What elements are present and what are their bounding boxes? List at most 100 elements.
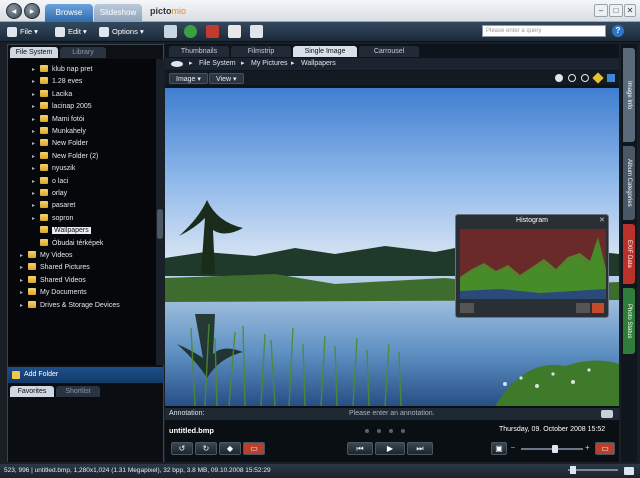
expand-arrow-icon[interactable]: ▸ [20,287,28,299]
expand-arrow-icon[interactable]: ▸ [32,200,40,212]
pan-icon[interactable] [555,74,563,82]
status-expand-icon[interactable] [624,467,634,475]
back-button[interactable]: ◂ [6,3,22,19]
tree-item[interactable]: Óbudai térképek [32,238,103,250]
breadcrumb-wallpapers[interactable]: Wallpapers [301,58,336,70]
zoom-in-icon[interactable] [568,74,576,82]
tree-item[interactable]: ▸ nyuszik [32,163,75,175]
tree-item[interactable]: ▸ lacinap 2005 [32,101,92,113]
previous-button[interactable]: ⏮ [347,442,373,455]
tree-item[interactable]: ▸ o laci [32,176,68,188]
side-tab[interactable]: EXIF Data [623,224,635,284]
expand-arrow-icon[interactable]: ▸ [20,262,28,274]
tree-item[interactable]: ▸ Munkahely [32,126,86,138]
tree-item[interactable]: ▸ orlay [32,188,67,200]
minimize-button[interactable]: – [594,4,608,17]
tab-shortlist[interactable]: Shortlist [56,386,100,397]
scrollbar-thumb[interactable] [157,209,163,239]
search-input[interactable]: Please enter a query [482,25,606,37]
tab-carrousel[interactable]: Carrousel [359,46,419,57]
breadcrumb-file-system[interactable]: File System [199,58,236,70]
tab-file-system[interactable]: File System [10,47,58,58]
options-menu-button[interactable]: Options ▾ [98,25,144,39]
tree-item[interactable]: ▸ pasaret [32,200,75,212]
view-mode-button[interactable]: ▭ [595,442,615,455]
tree-item[interactable]: Wallpapers [32,225,91,237]
expand-arrow-icon[interactable]: ▸ [32,163,40,175]
fit-button[interactable]: ▣ [491,442,507,455]
pen-icon[interactable] [592,72,604,84]
zoom-slider-thumb[interactable] [551,445,558,453]
zoom-slider[interactable] [521,445,583,453]
rotate-right-button[interactable]: ↻ [195,442,217,455]
expand-arrow-icon[interactable]: ▸ [32,126,40,138]
tree-item[interactable]: ▸ Lacika [32,89,72,101]
tab-thumbnails[interactable]: Thumbnails [169,46,229,57]
help-icon[interactable]: ? [612,25,624,37]
zoom-out-small-icon[interactable]: – [511,444,515,451]
expand-arrow-icon[interactable]: ▸ [32,101,40,113]
tab-browse[interactable]: Browse [45,4,93,22]
histogram-window[interactable]: Histogram ✕ [455,214,609,318]
tree-scrollbar[interactable] [156,59,164,365]
tree-item[interactable]: ▸ Mami fotói [32,114,84,126]
zoom-in-small-icon[interactable]: + [585,443,590,452]
maximize-button[interactable]: □ [609,4,623,17]
fullscreen-button[interactable]: ▭ [243,442,265,455]
side-tab[interactable]: Album Categories [623,146,635,220]
breadcrumb-my-pictures[interactable]: My Pictures [251,58,288,70]
tree-item[interactable]: ▸ klub nap pret [32,64,92,76]
crop-icon[interactable] [607,74,615,82]
tab-slideshow[interactable]: Slideshow [94,4,142,22]
tree-item[interactable]: ▸ Shared Pictures [20,262,90,274]
expand-arrow-icon[interactable]: ▸ [32,138,40,150]
email-icon[interactable] [228,25,241,38]
tab-library[interactable]: Library [60,47,106,58]
close-button[interactable]: ✕ [624,4,636,17]
expand-arrow-icon[interactable]: ▸ [32,176,40,188]
expand-arrow-icon[interactable]: ▸ [32,89,40,101]
view-menu[interactable]: View ▾ [209,73,244,84]
image-menu[interactable]: Image ▾ [169,73,208,84]
side-tab[interactable]: Photo Status [623,288,635,354]
histogram-left-button[interactable] [460,303,474,313]
rotate-left-button[interactable]: ↺ [171,442,193,455]
tab-favorites[interactable]: Favorites [10,386,54,397]
expand-arrow-icon[interactable]: ▸ [32,151,40,163]
play-button[interactable]: ▶ [375,442,405,455]
tree-item[interactable]: ▸ New Folder (2) [32,151,98,163]
expand-arrow-icon[interactable]: ▸ [32,114,40,126]
edit-menu-button[interactable]: Edit ▾ [54,25,87,39]
status-slider[interactable] [568,466,618,474]
forward-button[interactable]: ▸ [24,3,40,19]
status-slider-thumb[interactable] [570,466,576,474]
annotation-settings-icon[interactable] [601,410,613,418]
close-icon[interactable]: ✕ [599,216,605,224]
tree-item[interactable]: ▸ 1.28 eves [32,76,82,88]
expand-arrow-icon[interactable]: ▸ [32,64,40,76]
tab-filmstrip[interactable]: Filmstrip [231,46,291,57]
tab-single-image[interactable]: Single Image [293,46,357,57]
print-icon[interactable] [250,25,263,38]
import-icon[interactable] [164,25,177,38]
refresh-icon[interactable] [184,25,197,38]
tree-item[interactable]: ▸ New Folder [32,138,88,150]
expand-arrow-icon[interactable]: ▸ [20,300,28,312]
side-tab[interactable]: Image Info [623,48,635,142]
expand-arrow-icon[interactable]: ▸ [20,250,28,262]
annotation-input[interactable]: Please enter an annotation. [349,408,435,420]
tree-item[interactable]: ▸ Shared Videos [20,275,86,287]
tree-item[interactable]: ▸ sopron [32,213,73,225]
expand-arrow-icon[interactable]: ▸ [20,275,28,287]
histogram-mode-button[interactable] [576,303,590,313]
add-folder-button[interactable]: Add Folder [8,367,163,383]
histogram-color-button[interactable] [592,303,604,313]
tree-item[interactable]: ▸ My Documents [20,287,87,299]
file-menu-button[interactable]: File ▾ [6,25,38,39]
next-button[interactable]: ⏭ [407,442,433,455]
expand-arrow-icon[interactable]: ▸ [32,76,40,88]
tag-button[interactable]: ◆ [219,442,241,455]
delete-icon[interactable] [206,25,219,38]
expand-arrow-icon[interactable]: ▸ [32,213,40,225]
tree-item[interactable]: ▸ My Videos [20,250,73,262]
